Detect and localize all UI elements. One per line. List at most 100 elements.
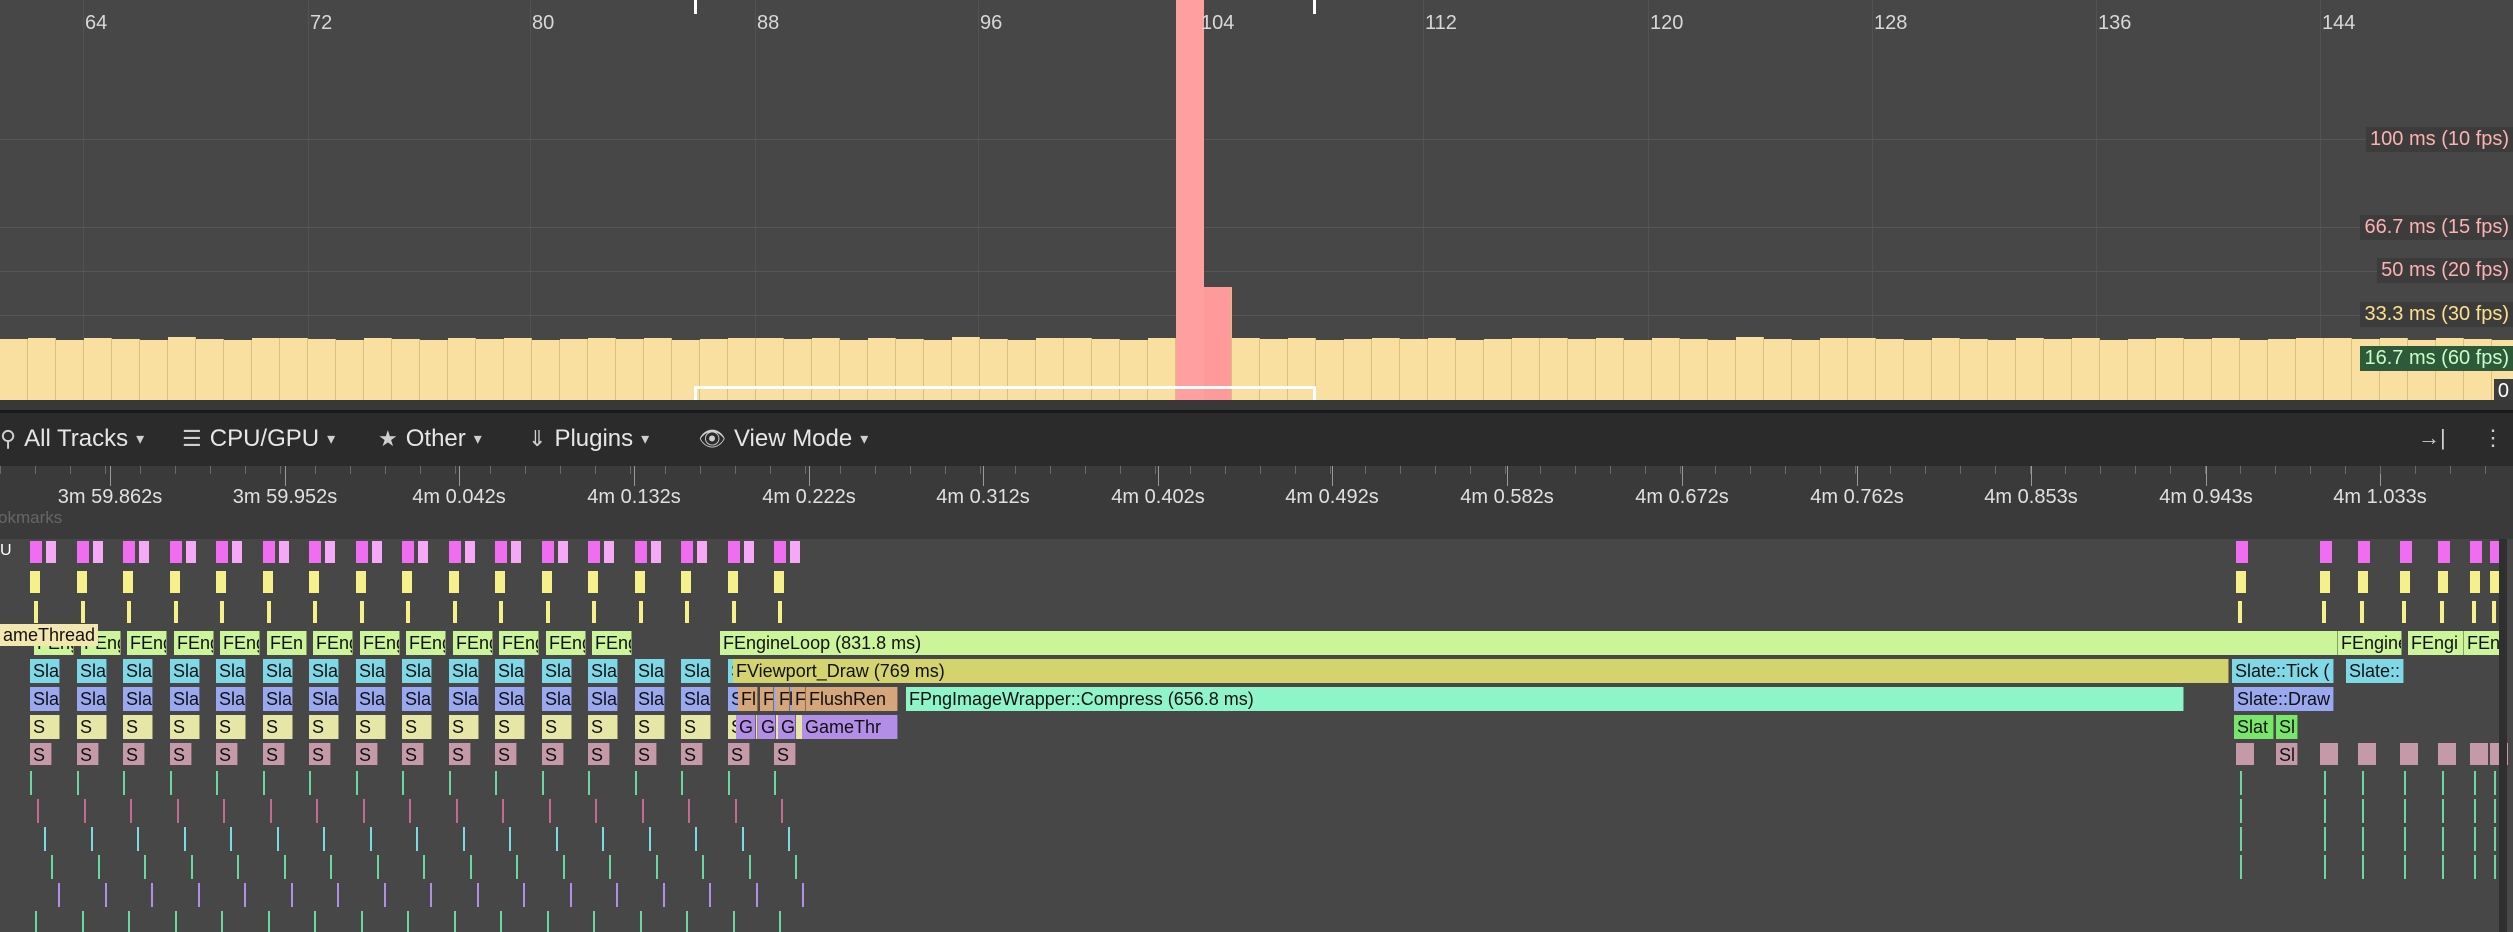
- nested-event[interactable]: [616, 883, 618, 907]
- gpu-event[interactable]: [77, 541, 89, 563]
- slate-event[interactable]: Sla: [495, 659, 525, 683]
- frame-bar[interactable]: [1036, 338, 1064, 400]
- s-event[interactable]: S: [681, 715, 711, 739]
- nested-event[interactable]: [184, 827, 186, 851]
- gpu-event[interactable]: [186, 541, 196, 563]
- all-tracks-button[interactable]: ⚲ All Tracks ▾: [0, 425, 144, 453]
- s-sub-event[interactable]: [2320, 743, 2338, 765]
- nested-event[interactable]: [144, 855, 146, 879]
- frame-bar[interactable]: [1736, 337, 1764, 400]
- gpu-event-yellow[interactable]: [2438, 571, 2448, 593]
- slate-sub-event[interactable]: Sla: [449, 687, 479, 711]
- flush-rendering-event[interactable]: FlushRen: [806, 687, 898, 711]
- engine-event-right[interactable]: FEngine: [2338, 631, 2402, 655]
- nested-event[interactable]: [2442, 827, 2444, 851]
- slate-event[interactable]: Sla: [356, 659, 386, 683]
- frame-bar[interactable]: [1260, 339, 1288, 400]
- slate-sub-event[interactable]: Sla: [216, 687, 246, 711]
- flush-sub-event[interactable]: F: [792, 687, 806, 711]
- slate-sub-event[interactable]: Sla: [588, 687, 618, 711]
- frame-bar[interactable]: [1288, 338, 1316, 400]
- slate-sub-event[interactable]: Sla: [635, 687, 665, 711]
- nested-event[interactable]: [277, 827, 279, 851]
- game-sub-event[interactable]: G: [778, 715, 796, 739]
- nested-event[interactable]: [686, 911, 688, 932]
- frame-bar[interactable]: [560, 339, 588, 400]
- gpu-event-small[interactable]: [2472, 601, 2476, 623]
- selection-marker-left[interactable]: [694, 0, 697, 14]
- s-event[interactable]: S: [449, 715, 479, 739]
- nested-event[interactable]: [595, 799, 597, 823]
- slate-event-green[interactable]: Slat: [2234, 715, 2274, 739]
- nested-event[interactable]: [640, 911, 642, 932]
- frame-bar[interactable]: [1596, 337, 1624, 400]
- gpu-event-yellow[interactable]: [356, 571, 366, 593]
- frame-bar[interactable]: [2240, 340, 2268, 400]
- slate-green-sub-event[interactable]: Sl: [2276, 715, 2298, 739]
- engine-event-right3[interactable]: FEn: [2464, 631, 2500, 655]
- nested-event[interactable]: [230, 827, 232, 851]
- nested-event[interactable]: [151, 883, 153, 907]
- nested-event[interactable]: [500, 911, 502, 932]
- gpu-event[interactable]: [372, 541, 382, 563]
- frame-bar[interactable]: [700, 339, 728, 400]
- view-mode-button[interactable]: 👁 View Mode ▾: [698, 425, 868, 453]
- s-event[interactable]: S: [170, 715, 200, 739]
- gpu-event-small[interactable]: [639, 601, 643, 623]
- gpu-event[interactable]: [511, 541, 521, 563]
- gpu-event-small[interactable]: [685, 601, 689, 623]
- nested-event[interactable]: [549, 799, 551, 823]
- s-sub-event[interactable]: S: [774, 743, 796, 765]
- s-event[interactable]: S: [30, 715, 60, 739]
- engine-frame-event[interactable]: FEng: [499, 631, 539, 655]
- frame-bar[interactable]: [140, 339, 168, 400]
- time-ruler[interactable]: 3m 59.862s 3m 59.952s 4m 0.042s 4m 0.132s 4m…: [0, 466, 2513, 537]
- s-sub-event[interactable]: S: [635, 743, 657, 765]
- slate-sub-event[interactable]: Sla: [123, 687, 153, 711]
- s-sub-event[interactable]: S: [495, 743, 517, 765]
- gpu-event[interactable]: [2400, 541, 2412, 563]
- plugins-button[interactable]: ⇓ Plugins ▾: [528, 425, 649, 453]
- nested-event[interactable]: [2362, 827, 2364, 851]
- frame-bar[interactable]: [1568, 339, 1596, 400]
- gpu-event-yellow[interactable]: [495, 571, 505, 593]
- frame-bar[interactable]: [1988, 340, 2016, 400]
- nested-event[interactable]: [563, 855, 565, 879]
- game-sub-event[interactable]: G: [758, 715, 776, 739]
- nested-event[interactable]: [361, 911, 363, 932]
- frame-bar[interactable]: [252, 338, 280, 400]
- selection-marker-right[interactable]: [1313, 0, 1316, 14]
- frame-bar[interactable]: [1316, 339, 1344, 400]
- nested-event[interactable]: [2494, 855, 2496, 879]
- slate-sub-event[interactable]: Sla: [542, 687, 572, 711]
- frame-bar[interactable]: [1456, 340, 1484, 400]
- gpu-event[interactable]: [263, 541, 275, 563]
- gpu-event-small[interactable]: [453, 601, 457, 623]
- gpu-event[interactable]: [139, 541, 149, 563]
- nested-event[interactable]: [237, 855, 239, 879]
- s-event[interactable]: S: [309, 715, 339, 739]
- engine-frame-event[interactable]: FEng: [220, 631, 260, 655]
- s-event[interactable]: S: [402, 715, 432, 739]
- frame-bar[interactable]: [532, 339, 560, 400]
- frame-bar[interactable]: [1064, 337, 1092, 400]
- slate-sub-event[interactable]: Sla: [309, 687, 339, 711]
- nested-event[interactable]: [2240, 771, 2242, 795]
- frame-bar[interactable]: [644, 338, 672, 400]
- nested-event[interactable]: [2442, 799, 2444, 823]
- gpu-event[interactable]: [588, 541, 600, 563]
- nested-event[interactable]: [509, 827, 511, 851]
- s-sub-event[interactable]: [2358, 743, 2376, 765]
- gpu-event-yellow[interactable]: [635, 571, 645, 593]
- frame-bar[interactable]: [196, 339, 224, 400]
- gpu-event[interactable]: [728, 541, 740, 563]
- gpu-event[interactable]: [2320, 541, 2332, 563]
- nested-event[interactable]: [502, 799, 504, 823]
- slate-event[interactable]: Sla: [681, 659, 711, 683]
- nested-event[interactable]: [191, 855, 193, 879]
- frame-bar[interactable]: [1904, 339, 1932, 400]
- s-sub-event[interactable]: [2400, 743, 2418, 765]
- gpu-event-small[interactable]: [267, 601, 271, 623]
- frame-bar[interactable]: [280, 337, 308, 400]
- s-sub-event[interactable]: S: [170, 743, 192, 765]
